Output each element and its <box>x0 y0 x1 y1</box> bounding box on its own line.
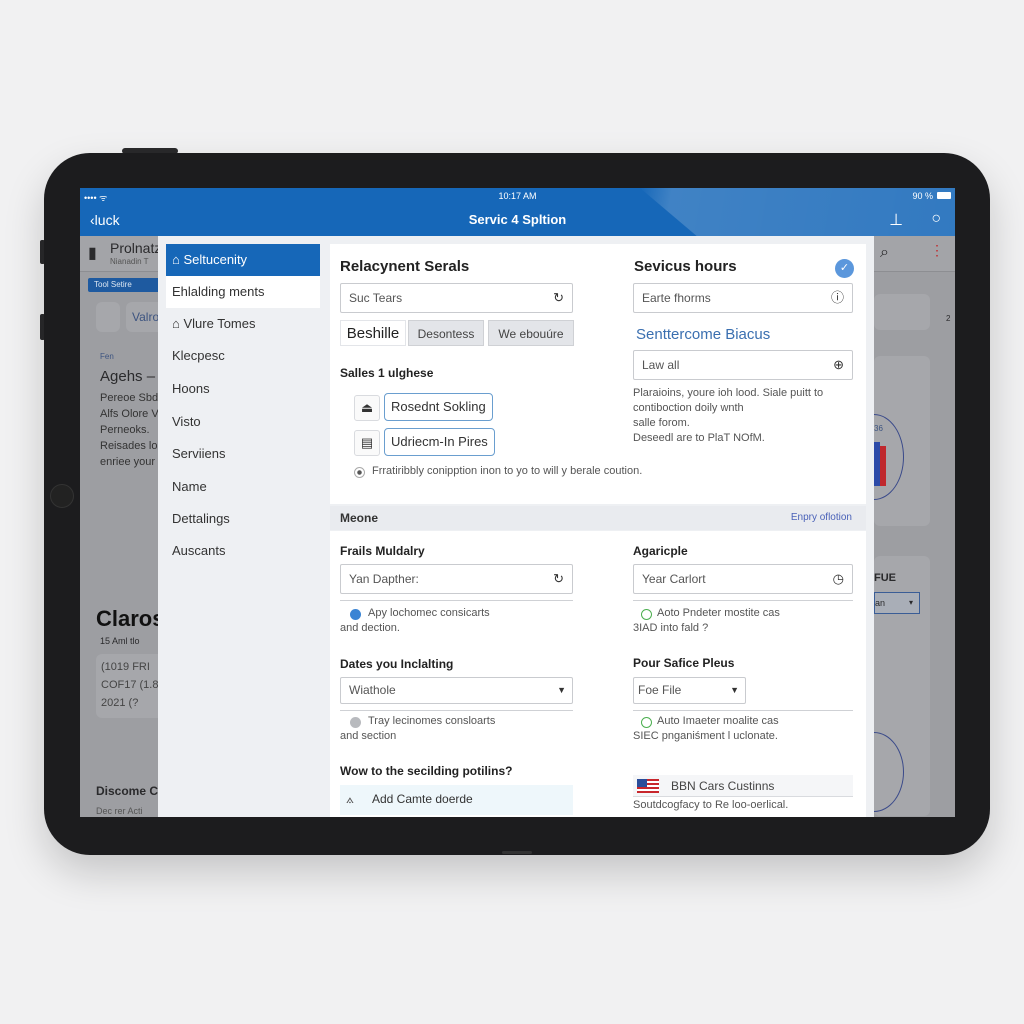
add-button[interactable]: ⟑ Add Camte doerde <box>340 785 573 815</box>
radio-button[interactable] <box>354 467 365 478</box>
bg-right-label: FUE <box>874 572 896 584</box>
tag-button[interactable]: Tool Setire <box>88 278 160 292</box>
building-icon: ⌂ <box>172 252 184 267</box>
dates-note: Tray lecinomes consloarts and section <box>340 715 496 742</box>
tab-we-ebouure[interactable]: We ebouúre <box>488 320 574 346</box>
meone-header: Meone Enpry oflotion <box>330 506 866 530</box>
camera <box>50 484 74 508</box>
home-icon: ⌂ <box>172 316 184 331</box>
service-link-heading[interactable]: Senttercome Biacus <box>636 326 770 343</box>
battery-doc-icon: ▮ <box>88 245 97 262</box>
sidebar-item-dettalings[interactable]: Dettalings <box>166 503 320 535</box>
agaricple-input[interactable]: Year Carlort ◷ <box>633 564 853 594</box>
sidebar-item-vlure[interactable]: ⌂ Vlure Tomes <box>166 308 320 340</box>
content-area: Relacynent Serals Suc Tears ↻ Beshille D… <box>328 236 874 817</box>
bg-select[interactable]: an ▾ <box>874 592 920 614</box>
divider <box>340 710 573 711</box>
service-location-input[interactable]: Law all ⊕ <box>633 350 853 380</box>
bg-section-title: Agehs – <box>100 368 156 385</box>
bottom-panel: Frails Muldalry Yan Dapther: ↻ Apy locho… <box>330 531 866 817</box>
dates-label: Dates you Inclalting <box>340 657 454 671</box>
pour-note: Auto Imaeter moalite cas SIEC pnganiśmen… <box>633 715 779 742</box>
page-indicator: 2 <box>946 314 951 323</box>
country-note: Soutdcogfacy to Re loo-oerlical. <box>633 799 789 811</box>
sidebar-item-building[interactable]: Ehlalding ments <box>166 276 320 308</box>
sidebar-item-klecpesc[interactable]: Klecpesc <box>166 340 320 372</box>
us-flag-icon <box>637 779 659 793</box>
refresh-icon[interactable]: ↻ <box>553 284 564 312</box>
meone-title: Meone <box>340 511 379 525</box>
bg-big-title: Claros <box>96 606 165 631</box>
sales-subheading: Salles 1 ulghese <box>340 366 434 380</box>
tab-bar: Beshille Desontess We ebouúre <box>340 320 576 346</box>
sidebar-item-serviiens[interactable]: Serviiens <box>166 438 320 470</box>
clock-icon[interactable]: ◷ <box>833 565 844 593</box>
service-hours-input[interactable]: Earte fhorms ⓘ <box>633 283 853 313</box>
bg-footer-sub: Dec rer Acti <box>96 806 143 816</box>
bg-small-label: Fen <box>100 352 114 361</box>
sidebar-item-visto[interactable]: Visto <box>166 406 320 438</box>
top-panel: Relacynent Serals Suc Tears ↻ Beshille D… <box>330 244 866 504</box>
chip-udriecm[interactable]: Udriecm-In Pires <box>384 428 495 456</box>
upload-tray-icon[interactable]: ⏏ <box>354 395 380 421</box>
sidebar-item-security[interactable]: ⌂ Seltucenity <box>166 244 320 276</box>
meone-link[interactable]: Enpry oflotion <box>791 512 852 523</box>
bg-chart-card: 36 <box>844 356 930 526</box>
service-hours-title: Sevicus hours <box>634 258 737 275</box>
screen: ▮ Prolnatz Nianadin T ⌕ ⋮ Tool Setire Va… <box>80 188 955 817</box>
bg-big-subtitle: 15 Aml tlo <box>100 636 140 646</box>
bg-data-card: (1019 FRI COF17 (1.8 2021 (? <box>96 654 166 718</box>
frails-input[interactable]: Yan Dapther: ↻ <box>340 564 573 594</box>
chip-rosednt[interactable]: Rosednt Sokling <box>384 393 493 421</box>
dates-select[interactable]: Wiathole ▼ <box>340 677 573 704</box>
globe-icon[interactable]: ⊕ <box>833 351 844 379</box>
sidebar-item-auscants[interactable]: Auscants <box>166 535 320 567</box>
pour-select[interactable]: Foe File ▼ <box>633 677 746 704</box>
service-description: Plaraioins, youre ioh lood. Siale puitt … <box>633 387 824 444</box>
bg-footer-title: Discome C <box>96 784 159 798</box>
pour-label: Pour Safice Pleus <box>633 656 735 670</box>
settings-sheet: ⌂ Seltucenity Ehlalding ments ⌂ Vlure To… <box>158 236 874 817</box>
frails-note: Apy lochomec consicarts and dection. <box>340 607 490 634</box>
divider <box>340 600 573 601</box>
divider <box>633 600 853 601</box>
clipboard-icon[interactable]: ▤ <box>354 430 380 456</box>
bg-card: FUE an ▾ <box>844 556 930 816</box>
tab-desontess[interactable]: Desontess <box>408 320 484 346</box>
chart-bar <box>880 446 886 486</box>
replacement-search-input[interactable]: Suc Tears ↻ <box>340 283 573 313</box>
more-flag-icon[interactable]: ⋮ <box>930 242 944 259</box>
divider <box>633 710 853 711</box>
sidebar-item-hoons[interactable]: Hoons <box>166 373 320 405</box>
refresh-icon[interactable]: ↻ <box>553 565 564 593</box>
frails-label: Frails Muldalry <box>340 544 425 558</box>
country-row[interactable]: BBN Cars Custinns <box>633 775 853 797</box>
agaricple-note: Aoto Pndeter mostite cas 3IAD into fald … <box>633 607 780 634</box>
sidebar: ⌂ Seltucenity Ehlalding ments ⌂ Vlure To… <box>158 236 328 817</box>
bg-body: Pereoe Sbd Alfs Olore V Perneoks. Reisad… <box>100 392 159 468</box>
radio-note: Frratiribbly conipption inon to yo to wi… <box>372 465 643 477</box>
tab-beshille[interactable]: Beshille <box>340 320 406 346</box>
sidebar-item-name[interactable]: Name <box>166 471 320 503</box>
device-icon <box>96 302 120 332</box>
info-icon[interactable]: ⓘ <box>831 284 844 312</box>
bg-header-title: Prolnatz <box>110 240 162 256</box>
tablet-bottom-indicator <box>502 851 532 854</box>
bg-header-subtitle: Nianadin T <box>110 257 149 266</box>
triangle-icon: ⟑ <box>346 791 354 806</box>
bg-card <box>874 294 930 330</box>
question-label: Wow to the secilding potilins? <box>340 764 513 778</box>
search-icon[interactable]: ⌕ <box>880 244 889 262</box>
replacement-title: Relacynent Serals <box>340 258 470 275</box>
check-badge-icon[interactable]: ✓ <box>835 259 854 278</box>
agaricple-label: Agaricple <box>633 544 688 558</box>
chart-value: 36 <box>874 424 883 433</box>
caret-down-icon: ▼ <box>557 685 566 695</box>
caret-down-icon: ▼ <box>730 685 739 695</box>
